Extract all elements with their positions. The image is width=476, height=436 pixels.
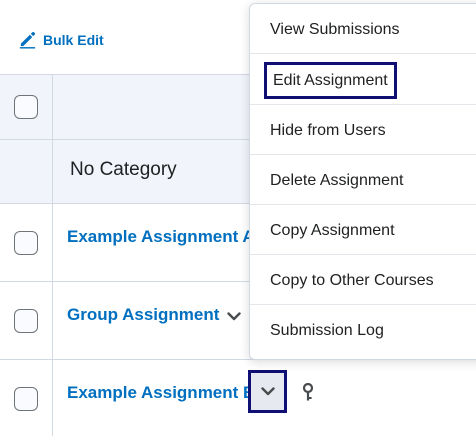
- menu-item-label: Copy to Other Courses: [270, 272, 434, 289]
- menu-item-hide-from-users[interactable]: Hide from Users: [250, 105, 476, 155]
- actions-menu-button[interactable]: [224, 306, 244, 326]
- bulk-edit-label: Bulk Edit: [43, 31, 104, 48]
- chevron-down-icon: [227, 311, 241, 320]
- assignment-link[interactable]: Group Assignment: [67, 305, 219, 325]
- row-checkbox[interactable]: [14, 309, 38, 333]
- row-checkbox[interactable]: [14, 387, 38, 411]
- menu-item-label: Hide from Users: [270, 122, 386, 139]
- menu-item-edit-assignment[interactable]: Edit Assignment: [250, 55, 476, 105]
- menu-item-copy-to-other-courses[interactable]: Copy to Other Courses: [250, 255, 476, 305]
- bulk-edit-button[interactable]: Bulk Edit: [18, 30, 104, 49]
- divider: [52, 74, 53, 436]
- actions-menu-button[interactable]: [248, 370, 287, 413]
- menu-item-label: Copy Assignment: [270, 222, 395, 239]
- category-label: No Category: [70, 159, 177, 180]
- menu-item-label: View Submissions: [270, 21, 400, 38]
- assignment-link[interactable]: Example Assignment B: [67, 383, 255, 403]
- menu-item-copy-assignment[interactable]: Copy Assignment: [250, 205, 476, 255]
- menu-item-view-submissions[interactable]: View Submissions: [250, 4, 476, 54]
- menu-item-label: Delete Assignment: [270, 172, 404, 189]
- assignment-actions-menu: View Submissions Edit Assignment Hide fr…: [249, 3, 476, 360]
- menu-item-delete-assignment[interactable]: Delete Assignment: [250, 155, 476, 205]
- row-checkbox[interactable]: [14, 231, 38, 255]
- menu-item-submission-log[interactable]: Submission Log: [250, 305, 476, 355]
- select-all-checkbox[interactable]: [14, 95, 38, 119]
- key-icon: [301, 383, 315, 403]
- pencil-icon: [19, 31, 36, 49]
- chevron-down-icon: [260, 387, 275, 396]
- menu-item-label: Edit Assignment: [264, 62, 397, 99]
- assignment-link[interactable]: Example Assignment A: [67, 227, 255, 247]
- category-select-cell: [0, 140, 52, 203]
- menu-item-label: Submission Log: [270, 322, 384, 339]
